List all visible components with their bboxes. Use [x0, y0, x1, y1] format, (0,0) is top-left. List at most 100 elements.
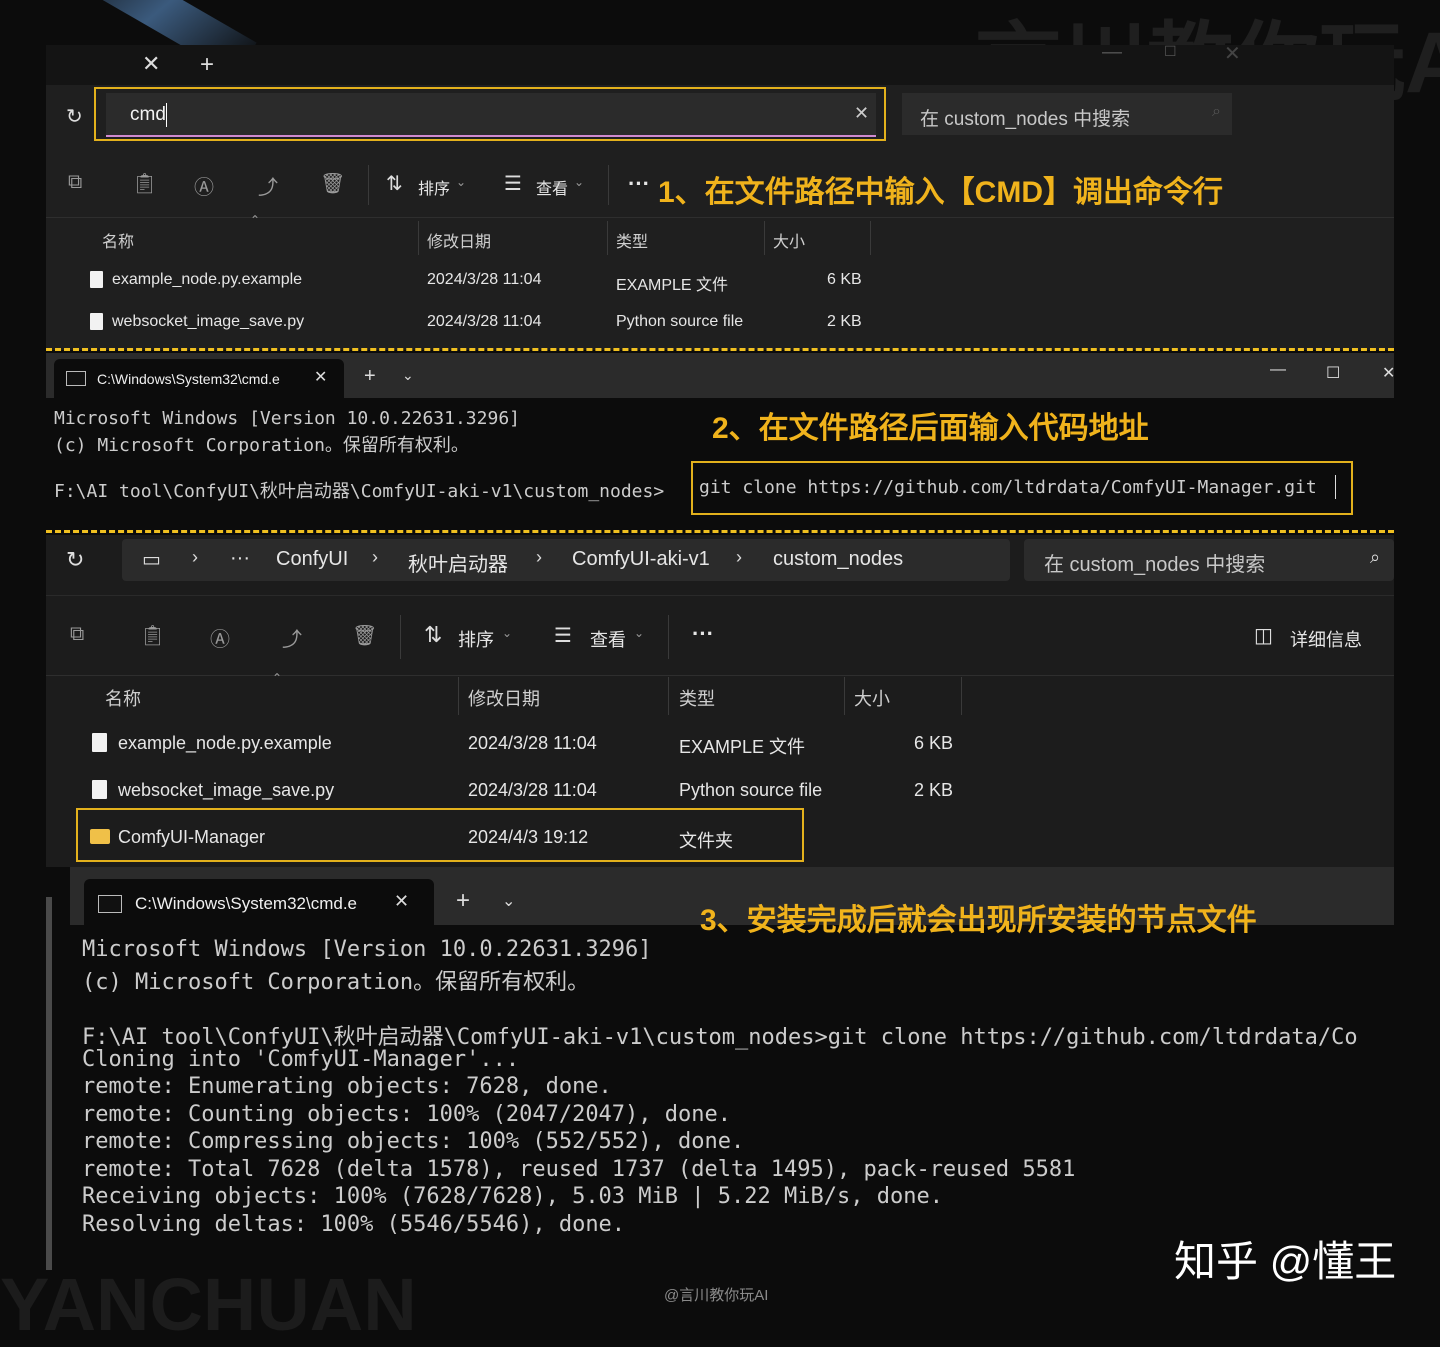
annotation-step-3: 3、安装完成后就会出现所安装的节点文件: [700, 904, 1257, 937]
file-name[interactable]: websocket_image_save.py: [112, 313, 304, 331]
dropdown-icon[interactable]: ⌄: [502, 891, 515, 911]
search-icon[interactable]: ⌕: [1370, 547, 1380, 568]
chevron-right-icon: ›: [372, 547, 378, 567]
sort-chevron-icon: ⌄: [456, 175, 467, 189]
copy-icon[interactable]: ⧉: [68, 171, 82, 194]
chevron-right-icon: ›: [192, 547, 198, 567]
delete-icon[interactable]: 🗑︎: [320, 171, 345, 196]
paste-icon[interactable]: 📋︎: [140, 623, 165, 648]
refresh-icon[interactable]: ↻: [66, 104, 83, 129]
zhihu-watermark: 知乎 @懂王: [1174, 1238, 1397, 1285]
column-name[interactable]: 名称: [105, 685, 141, 711]
file-icon: [92, 780, 107, 799]
computer-icon[interactable]: ▭: [142, 547, 161, 572]
copy-icon[interactable]: ⧉: [70, 623, 84, 646]
column-date[interactable]: 修改日期: [468, 685, 540, 711]
column-type[interactable]: 类型: [679, 685, 715, 711]
file-type: Python source file: [616, 313, 744, 330]
refresh-icon[interactable]: ↻: [66, 547, 84, 573]
search-placeholder: 在 custom_nodes 中搜索: [920, 109, 1131, 130]
terminal-line: Microsoft Windows [Version 10.0.22631.32…: [82, 937, 652, 962]
toolbar-separator-2: [668, 615, 669, 659]
view-icon[interactable]: ☰: [504, 171, 522, 196]
new-tab-icon[interactable]: +: [200, 51, 214, 79]
file-icon: [92, 733, 107, 752]
details-button[interactable]: 详细信息: [1290, 626, 1362, 652]
close-window-icon[interactable]: ✕: [1224, 45, 1241, 66]
close-tab-icon[interactable]: ✕: [314, 367, 327, 387]
breadcrumb-overflow[interactable]: ···: [230, 547, 250, 570]
breadcrumb-item[interactable]: ComfyUI-aki-v1: [572, 548, 710, 571]
file-icon: [90, 313, 103, 330]
file-type: Python source file: [679, 780, 823, 800]
column-name[interactable]: 名称: [102, 228, 134, 252]
file-name[interactable]: example_node.py.example: [112, 271, 302, 289]
terminal-line: Microsoft Windows [Version 10.0.22631.32…: [54, 408, 520, 429]
view-icon[interactable]: ☰: [554, 623, 572, 648]
sort-icon[interactable]: ⇅: [424, 622, 442, 648]
sort-button[interactable]: 排序: [418, 175, 450, 199]
titlebar: [46, 45, 1394, 85]
rename-icon[interactable]: Ⓐ: [194, 171, 214, 200]
view-button[interactable]: 查看: [536, 175, 568, 199]
left-edge: [46, 897, 52, 1270]
column-size[interactable]: 大小: [773, 228, 805, 252]
chevron-right-icon: ›: [536, 547, 542, 567]
col-sep: [870, 221, 871, 255]
new-tab-icon[interactable]: +: [364, 365, 376, 388]
terminal-line: remote: Counting objects: 100% (2047/204…: [82, 1102, 732, 1127]
terminal-line: remote: Enumerating objects: 7628, done.: [82, 1074, 612, 1099]
terminal-line: Resolving deltas: 100% (5546/5546), done…: [82, 1212, 626, 1237]
view-chevron-icon: ⌄: [574, 175, 585, 189]
dashed-divider-1: [46, 348, 1394, 351]
col-sep: [961, 677, 962, 715]
more-button[interactable]: ···: [692, 621, 714, 647]
view-button[interactable]: 查看: [590, 626, 626, 652]
cmd-tab-title: C:\Windows\System32\cmd.e: [97, 371, 280, 387]
sort-button[interactable]: 排序: [458, 626, 494, 652]
terminal-line: (c) Microsoft Corporation。保留所有权利。: [54, 435, 469, 456]
search-placeholder: 在 custom_nodes 中搜索: [1044, 554, 1266, 576]
file-name[interactable]: websocket_image_save.py: [118, 780, 334, 801]
file-icon: [90, 271, 103, 288]
view-chevron-icon: ⌄: [634, 626, 645, 640]
address-highlight: [94, 87, 886, 141]
rename-icon[interactable]: Ⓐ: [210, 623, 230, 652]
column-size[interactable]: 大小: [854, 685, 890, 711]
breadcrumb-item[interactable]: 秋叶启动器: [408, 548, 508, 577]
cmd-window-1: C:\Windows\System32\cmd.e ✕ + ⌄ — ☐ ✕ Mi…: [46, 353, 1394, 529]
maximize-icon[interactable]: ☐: [1326, 363, 1340, 383]
delete-icon[interactable]: 🗑︎: [352, 623, 377, 648]
col-sep: [418, 221, 419, 255]
clear-address-icon[interactable]: ✕: [854, 103, 869, 124]
column-date[interactable]: 修改日期: [427, 228, 491, 252]
share-icon[interactable]: ⤴: [258, 171, 278, 200]
terminal-line: Receiving objects: 100% (7628/7628), 5.0…: [82, 1184, 943, 1209]
file-name[interactable]: example_node.py.example: [118, 733, 332, 754]
share-icon[interactable]: ⤴: [282, 623, 302, 652]
file-date: 2024/3/28 11:04: [427, 313, 542, 330]
dropdown-icon[interactable]: ⌄: [402, 367, 414, 384]
address-input[interactable]: cmd: [130, 104, 166, 126]
column-type[interactable]: 类型: [616, 228, 648, 252]
command-highlight: [691, 461, 1353, 515]
new-tab-icon[interactable]: +: [456, 887, 470, 915]
details-pane-icon[interactable]: ◫: [1254, 623, 1273, 648]
more-button[interactable]: ···: [628, 171, 650, 197]
terminal-prompt: F:\AI tool\ConfyUI\秋叶启动器\ComfyUI-aki-v1\…: [54, 481, 665, 502]
minimize-icon[interactable]: —: [1270, 361, 1286, 379]
new-folder-highlight: [76, 808, 804, 862]
search-icon[interactable]: ⌕: [1212, 103, 1221, 121]
toolbar: [46, 595, 1394, 676]
close-window-icon[interactable]: ✕: [1382, 363, 1394, 383]
breadcrumb-item[interactable]: custom_nodes: [773, 548, 903, 571]
sort-icon[interactable]: ⇅: [386, 171, 403, 196]
toolbar-separator-2: [608, 165, 609, 205]
breadcrumb-item[interactable]: ConfyUI: [276, 548, 348, 571]
close-tab-icon[interactable]: ✕: [142, 51, 160, 77]
col-sep: [607, 221, 608, 255]
maximize-icon[interactable]: ☐: [1164, 45, 1177, 60]
paste-icon[interactable]: 📋︎: [132, 171, 157, 196]
close-tab-icon[interactable]: ✕: [394, 891, 409, 912]
minimize-icon[interactable]: —: [1102, 45, 1122, 64]
